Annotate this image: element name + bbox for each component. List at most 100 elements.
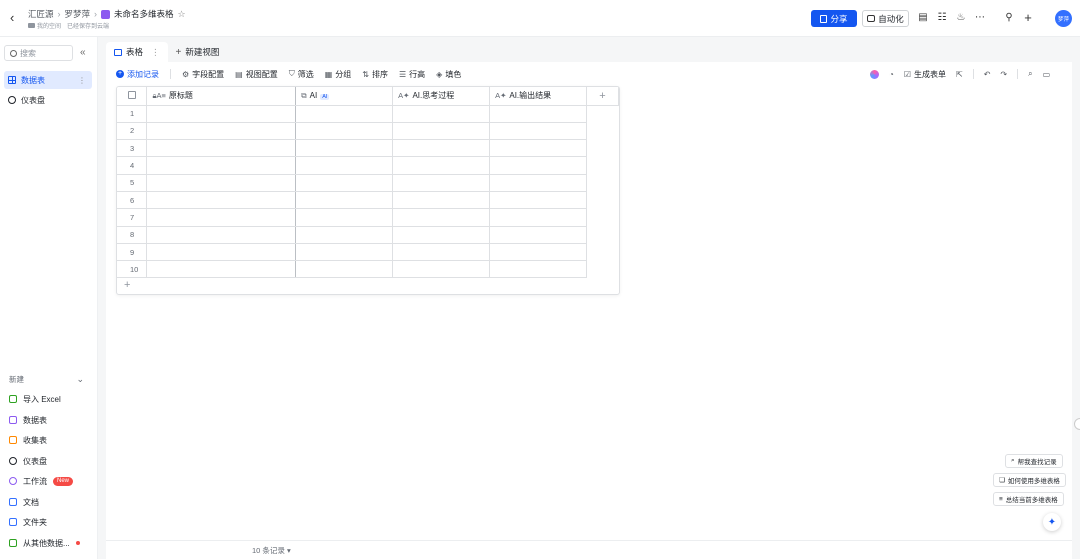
automation-button[interactable]: 自动化 — [862, 10, 909, 27]
cell[interactable] — [489, 191, 587, 210]
cell[interactable] — [392, 122, 491, 141]
cell[interactable] — [146, 156, 297, 175]
search-input[interactable]: 搜索 — [4, 45, 73, 61]
table-row[interactable]: 4 — [117, 156, 619, 175]
row-height-button[interactable]: ☰ 行高 — [399, 69, 425, 80]
cell[interactable] — [295, 174, 394, 192]
bell-icon[interactable]: ♨ — [956, 11, 966, 24]
table-row[interactable]: 2 — [117, 122, 619, 141]
template-icon[interactable]: ▤ — [918, 11, 928, 24]
table-row[interactable]: 8 — [117, 226, 619, 244]
share-button[interactable]: 分享 — [811, 10, 857, 27]
more-icon[interactable]: ⋮ — [78, 76, 86, 85]
cell[interactable] — [295, 105, 394, 123]
cell[interactable] — [295, 226, 394, 244]
table-row[interactable]: 1 — [117, 105, 619, 123]
new-from-other-data[interactable]: 从其他数据... — [9, 536, 80, 550]
cell[interactable] — [392, 260, 491, 279]
cell[interactable] — [489, 139, 587, 158]
new-folder[interactable]: 文件夹 — [9, 515, 47, 529]
view-config-button[interactable]: ▤ 视图配置 — [235, 69, 278, 80]
table-row[interactable]: 3 — [117, 139, 619, 158]
help-how-to-use-button[interactable]: ❏ 如何使用多维表格 — [993, 473, 1066, 487]
add-record-button[interactable]: + 添加记录 — [116, 69, 159, 80]
doc-title[interactable]: 未命名多维表格 — [114, 8, 174, 20]
cell[interactable] — [146, 243, 297, 262]
cell[interactable] — [489, 243, 587, 262]
cell[interactable] — [146, 174, 297, 192]
cell[interactable] — [392, 105, 491, 123]
cell[interactable] — [489, 156, 587, 175]
add-column-button[interactable]: + — [586, 87, 619, 106]
cell[interactable] — [146, 122, 297, 141]
table-row[interactable]: 6 — [117, 191, 619, 210]
fill-color-button[interactable]: ◈ 填色 — [436, 69, 461, 80]
column-header-title[interactable]: 🔒︎A≡ 原标题 — [146, 87, 297, 106]
cell[interactable] — [392, 208, 491, 227]
new-section-header[interactable]: 新建 ⌄ — [9, 373, 84, 385]
table-row[interactable]: 5 — [117, 174, 619, 192]
generate-form-button[interactable]: ☑ 生成表单 — [904, 69, 946, 80]
cell[interactable] — [489, 122, 587, 141]
new-dashboard[interactable]: 仪表盘 — [9, 454, 47, 468]
help-summarize-button[interactable]: ≡ 总结当前多维表格 — [993, 492, 1064, 506]
chevron-down-icon[interactable]: ⌄ — [76, 374, 84, 385]
cell[interactable] — [392, 243, 491, 262]
search-records-icon[interactable]: ⌕ — [1028, 69, 1032, 79]
table-row[interactable]: 9 — [117, 243, 619, 262]
cell[interactable] — [295, 260, 394, 279]
cell[interactable] — [489, 208, 587, 227]
cell[interactable] — [392, 156, 491, 175]
cell[interactable] — [295, 208, 394, 227]
breadcrumb-item-1[interactable]: 罗梦萍 — [65, 8, 91, 20]
tab-new-view[interactable]: + 新建视图 — [168, 42, 228, 62]
cell[interactable] — [392, 191, 491, 210]
help-find-records-button[interactable]: ⌕ 帮我查找记录 — [1005, 454, 1063, 468]
collapse-sidebar-icon[interactable]: « — [80, 45, 86, 61]
ai-sparkle-icon[interactable]: ✦ — [1043, 513, 1061, 531]
cell[interactable] — [295, 191, 394, 210]
group-button[interactable]: ▦ 分组 — [325, 69, 352, 80]
cell[interactable] — [392, 174, 491, 192]
new-form[interactable]: 收集表 — [9, 433, 47, 447]
cell[interactable] — [489, 174, 587, 192]
undo-icon[interactable]: ↶ — [984, 70, 991, 79]
new-workflow[interactable]: 工作流 New — [9, 474, 74, 488]
avatar[interactable]: 梦萍 — [1055, 10, 1072, 27]
table-row[interactable]: 10 — [117, 260, 619, 279]
ai-assistant-icon[interactable] — [870, 69, 879, 79]
breadcrumb-item-0[interactable]: 汇匠源 — [28, 8, 54, 20]
field-config-button[interactable]: ⚙ 字段配置 — [182, 69, 224, 80]
column-header-ai[interactable]: ⧉ AI AI — [295, 87, 394, 106]
redo-icon[interactable]: ↷ — [1000, 70, 1007, 79]
new-doc[interactable]: 文档 — [9, 495, 39, 509]
sidebar-item-dashboard[interactable]: 仪表盘 — [4, 91, 92, 109]
plugin-icon[interactable]: ☷ — [937, 11, 947, 24]
more-icon[interactable]: ⋮ — [151, 47, 160, 58]
doc-location[interactable]: 我的空间 — [37, 21, 61, 30]
filter-button[interactable]: ⛉ 筛选 — [289, 69, 314, 80]
cell[interactable] — [146, 208, 297, 227]
cell[interactable] — [295, 122, 394, 141]
cell[interactable] — [295, 139, 394, 158]
add-row-button[interactable]: + — [124, 279, 130, 291]
select-all-cell[interactable] — [117, 87, 148, 106]
plus-icon[interactable]: + — [1023, 11, 1033, 24]
column-header-ai-thinking[interactable]: A✦ AI.思考过程 — [392, 87, 491, 106]
sidebar-item-datatable[interactable]: 数据表 ⋮ — [4, 71, 92, 89]
column-header-ai-output[interactable]: A✦ AI.输出结果 — [489, 87, 587, 106]
cell[interactable] — [146, 139, 297, 158]
comment-icon[interactable]: ▭ — [1043, 70, 1051, 79]
select-all-checkbox[interactable] — [128, 90, 136, 99]
cell[interactable] — [489, 226, 587, 244]
sort-button[interactable]: ⇅ 排序 — [362, 69, 388, 80]
star-icon[interactable]: ☆ — [178, 9, 186, 20]
cell[interactable] — [392, 226, 491, 244]
tab-table[interactable]: 表格 ⋮ — [106, 42, 168, 62]
new-import-excel[interactable]: 导入 Excel — [9, 392, 61, 406]
history-icon[interactable]: ◔ — [889, 70, 894, 79]
new-datatable[interactable]: 数据表 — [9, 413, 47, 427]
cell[interactable] — [392, 139, 491, 158]
side-drawer-handle[interactable] — [1074, 418, 1080, 430]
record-count[interactable]: 10 条记录 ▾ — [252, 545, 291, 556]
